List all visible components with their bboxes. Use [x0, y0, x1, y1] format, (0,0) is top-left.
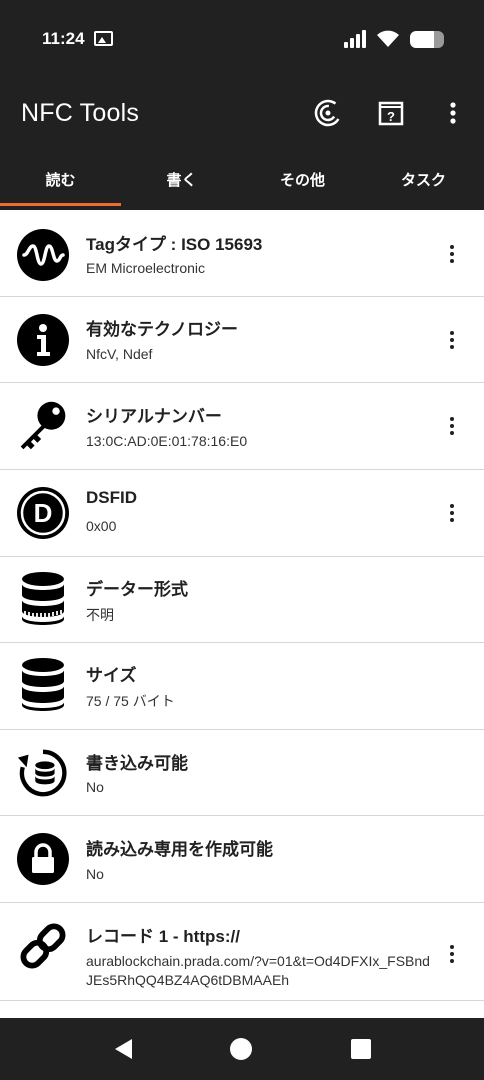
row-menu-icon[interactable] [440, 239, 464, 269]
dsfid-d-icon: D [16, 486, 70, 540]
row-title: 書き込み可能 [86, 754, 188, 773]
row-menu-icon[interactable] [440, 411, 464, 441]
row-menu-icon[interactable] [440, 325, 464, 355]
database-format-icon [16, 572, 70, 626]
tab-write[interactable]: 書く [121, 150, 242, 210]
list-item-data-format: データー形式 不明 [0, 557, 484, 643]
back-icon[interactable] [108, 1034, 138, 1064]
row-value: aurablockchain.prada.com/?v=01&t=Od4DFXI… [86, 953, 430, 988]
home-icon[interactable] [226, 1034, 256, 1064]
lock-icon [16, 832, 70, 886]
row-value: No [86, 779, 104, 795]
link-icon [16, 919, 70, 973]
tab-tasks[interactable]: タスク [363, 150, 484, 210]
tab-other[interactable]: その他 [242, 150, 363, 210]
row-title: シリアルナンバー [86, 407, 222, 426]
row-title: DSFID [86, 488, 137, 507]
battery-icon [410, 30, 444, 48]
row-value: EM Microelectronic [86, 260, 206, 276]
row-value: NfcV, Ndef [86, 346, 153, 362]
list-item-size: サイズ 75 / 75 バイト [0, 643, 484, 730]
row-value: No [86, 866, 104, 882]
recents-icon[interactable] [346, 1034, 376, 1064]
row-value: 75 / 75 バイト [86, 693, 175, 709]
row-title: 読み込み専用を作成可能 [86, 840, 273, 859]
list-item-tag-type: Tagタイプ : ISO 15693 EM Microelectronic [0, 210, 484, 297]
list-item-dsfid: D DSFID 0x00 [0, 470, 484, 557]
help-book-icon[interactable]: ? [374, 96, 408, 130]
tab-bar: 読む 書く その他 タスク [0, 150, 484, 210]
row-menu-icon[interactable] [440, 498, 464, 528]
row-title: Tagタイプ : ISO 15693 [86, 235, 263, 254]
key-icon [16, 399, 70, 453]
status-time: 11:24 [42, 29, 85, 48]
status-bar: 11:24 [0, 0, 484, 80]
row-title: レコード 1 - https:// [86, 927, 240, 946]
status-indicators [344, 28, 444, 50]
list-item-technologies: 有効なテクノロジー NfcV, Ndef [0, 297, 484, 383]
cell-signal-icon [344, 30, 366, 48]
info-icon [16, 313, 70, 367]
app-bar: NFC Tools ? [0, 80, 484, 150]
row-title: データー形式 [86, 580, 188, 599]
row-value: 不明 [86, 607, 114, 623]
system-nav-bar [0, 1018, 484, 1080]
wifi-icon [377, 30, 399, 47]
waveform-icon [16, 228, 70, 282]
list-item-record-1: レコード 1 - https:// aurablockchain.prada.c… [0, 903, 484, 1001]
svg-text:D: D [34, 498, 53, 528]
row-menu-icon[interactable] [440, 939, 464, 969]
app-title: NFC Tools [21, 99, 140, 127]
svg-text:?: ? [387, 109, 395, 124]
tag-info-list: Tagタイプ : ISO 15693 EM Microelectronic 有効… [0, 210, 484, 1001]
gallery-notification-icon [94, 31, 113, 46]
writable-database-icon [16, 746, 70, 800]
database-size-icon [16, 658, 70, 712]
row-title: 有効なテクノロジー [86, 320, 238, 339]
row-value: 0x00 [86, 518, 117, 534]
tab-read[interactable]: 読む [0, 150, 121, 210]
list-item-writable: 書き込み可能 No [0, 730, 484, 816]
overflow-menu-icon[interactable] [436, 96, 470, 130]
row-title: サイズ [86, 666, 137, 685]
list-item-make-readonly: 読み込み専用を作成可能 No [0, 816, 484, 903]
row-value: 13:0C:AD:0E:01:78:16:E0 [86, 433, 248, 449]
nfc-scan-icon[interactable] [311, 96, 345, 130]
list-item-serial-number: シリアルナンバー 13:0C:AD:0E:01:78:16:E0 [0, 383, 484, 470]
